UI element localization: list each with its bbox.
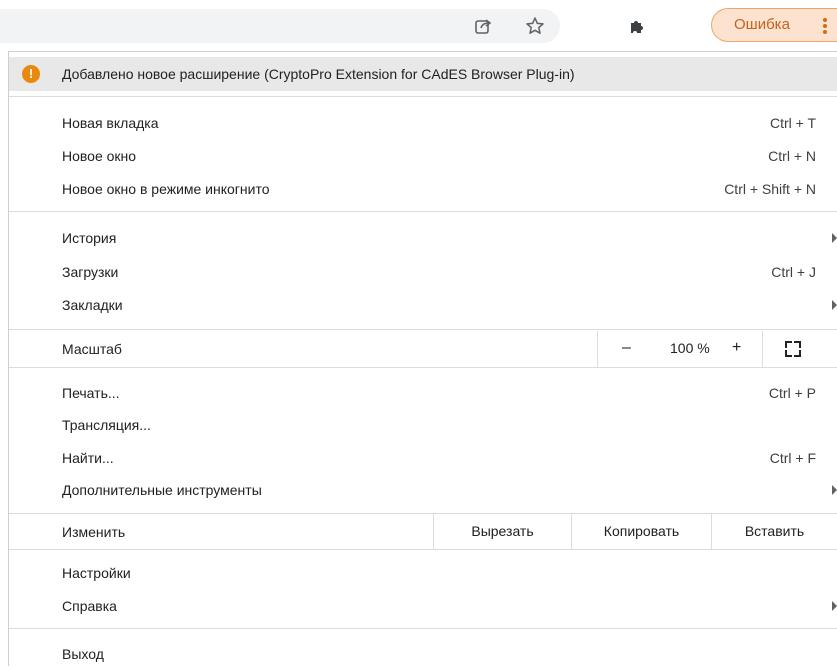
zoom-in-button[interactable]: + xyxy=(732,339,741,357)
shortcut-label: Ctrl + Shift + N xyxy=(724,181,816,197)
cut-button[interactable]: Вырезать xyxy=(433,514,571,549)
zoom-controls: – 100 % + xyxy=(597,331,763,367)
menu-item-more-tools[interactable]: Дополнительные инструменты xyxy=(9,474,837,506)
menu-item-label: Трансляция... xyxy=(62,417,151,433)
submenu-arrow-icon xyxy=(832,233,837,243)
zoom-value: 100 % xyxy=(670,340,710,356)
zoom-row: Масштаб – 100 % + xyxy=(9,331,837,367)
divider xyxy=(9,549,837,550)
menu-item-label: Загрузки xyxy=(62,264,119,280)
paste-button[interactable]: Вставить xyxy=(711,514,837,549)
shortcut-label: Ctrl + F xyxy=(769,450,816,466)
menu-item-label: Дополнительные инструменты xyxy=(62,482,262,498)
star-icon[interactable] xyxy=(521,12,549,40)
zoom-out-button[interactable]: – xyxy=(622,339,631,357)
copy-button[interactable]: Копировать xyxy=(571,514,711,549)
menu-item-new-tab[interactable]: Новая вкладка Ctrl + T xyxy=(9,107,837,139)
divider xyxy=(9,211,837,212)
kebab-menu-icon xyxy=(823,18,827,34)
shortcut-label: Ctrl + P xyxy=(768,385,816,401)
submenu-arrow-icon xyxy=(832,300,837,310)
menu-item-label: Найти... xyxy=(62,450,114,466)
divider xyxy=(9,628,837,629)
menu-item-label: Настройки xyxy=(62,565,131,581)
menu-item-incognito-window[interactable]: Новое окно в режиме инкогнито Ctrl + Shi… xyxy=(9,173,837,205)
divider xyxy=(9,329,837,330)
edit-label: Изменить xyxy=(62,524,126,540)
zoom-label: Масштаб xyxy=(62,341,122,357)
shortcut-label: Ctrl + J xyxy=(771,264,816,280)
menu-item-label: История xyxy=(62,230,117,246)
notice-text: Добавлено новое расширение (CryptoPro Ex… xyxy=(62,66,575,82)
fullscreen-icon[interactable] xyxy=(785,341,801,357)
menu-item-label: Новая вкладка xyxy=(62,115,159,131)
menu-item-exit[interactable]: Выход xyxy=(9,638,837,670)
menu-item-downloads[interactable]: Загрузки Ctrl + J xyxy=(9,256,837,288)
shortcut-label: Ctrl + T xyxy=(769,115,816,131)
menu-item-find[interactable]: Найти... Ctrl + F xyxy=(9,442,837,474)
error-button[interactable]: Ошибка xyxy=(711,8,837,42)
share-icon[interactable] xyxy=(469,12,497,40)
divider xyxy=(9,367,837,368)
menu-item-cast[interactable]: Трансляция... xyxy=(9,409,837,441)
menu-item-label: Печать... xyxy=(62,385,120,401)
menu-item-label: Новое окно в режиме инкогнито xyxy=(62,181,270,197)
menu-item-bookmarks[interactable]: Закладки xyxy=(9,289,837,321)
browser-menu: ! Добавлено новое расширение (CryptoPro … xyxy=(8,51,837,666)
puzzle-icon[interactable] xyxy=(623,12,651,40)
menu-item-label: Закладки xyxy=(62,297,123,313)
divider xyxy=(9,96,837,97)
extension-notice[interactable]: ! Добавлено новое расширение (CryptoPro … xyxy=(9,57,837,91)
edit-row: Изменить Вырезать Копировать Вставить xyxy=(9,514,837,549)
menu-item-history[interactable]: История xyxy=(9,222,837,254)
menu-item-print[interactable]: Печать... Ctrl + P xyxy=(9,377,837,409)
submenu-arrow-icon xyxy=(832,485,837,495)
menu-item-label: Новое окно xyxy=(62,148,137,164)
menu-item-help[interactable]: Справка xyxy=(9,590,837,622)
menu-item-new-window[interactable]: Новое окно Ctrl + N xyxy=(9,140,837,172)
browser-toolbar: Ошибка xyxy=(0,0,837,50)
error-button-label: Ошибка xyxy=(734,16,790,33)
shortcut-label: Ctrl + N xyxy=(768,148,816,164)
submenu-arrow-icon xyxy=(832,601,837,611)
menu-item-settings[interactable]: Настройки xyxy=(9,557,837,589)
menu-item-label: Выход xyxy=(62,646,104,662)
warning-icon: ! xyxy=(22,65,40,83)
menu-item-label: Справка xyxy=(62,598,117,614)
